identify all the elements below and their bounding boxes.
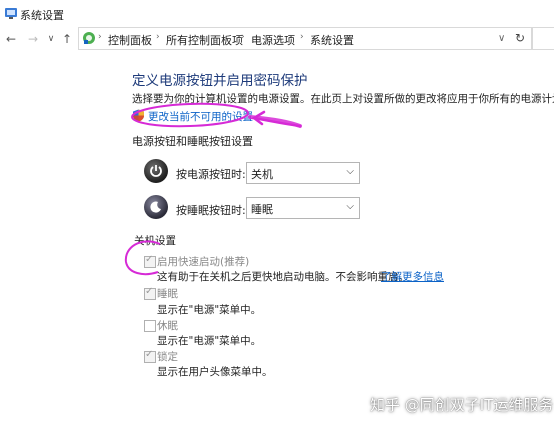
breadcrumb-separator-icon: › xyxy=(98,32,102,42)
fast-startup-checkbox[interactable]: ✓ xyxy=(144,254,156,268)
sleep-button-label: 按睡眠按钮时: xyxy=(176,204,246,217)
change-unavailable-settings-link[interactable]: 更改当前不可用的设置 xyxy=(148,109,253,124)
back-button[interactable]: ← xyxy=(4,32,18,46)
page-title: 定义电源按钮并启用密码保护 xyxy=(132,73,308,89)
breadcrumb-item-power-options[interactable]: 电源选项 xyxy=(251,32,295,48)
uac-shield-icon xyxy=(133,109,144,122)
sleep-button-select[interactable]: 睡眠 ⌵ xyxy=(246,197,360,219)
sleep-checkbox[interactable]: ✓ xyxy=(144,286,156,300)
power-button-select[interactable]: 关机 ⌵ xyxy=(246,162,360,184)
lock-option-label: 锁定 xyxy=(157,351,178,363)
power-button-label: 按电源按钮时: xyxy=(176,168,246,181)
title-bar xyxy=(0,0,554,26)
up-button[interactable]: ↑ xyxy=(60,32,74,46)
checkmark-icon: ✓ xyxy=(145,349,154,360)
window-title: 系统设置 xyxy=(20,9,64,22)
learn-more-link[interactable]: 了解更多信息 xyxy=(381,269,444,284)
sleep-button-select-value: 睡眠 xyxy=(251,203,273,216)
control-panel-icon xyxy=(83,32,95,44)
hibernate-checkbox[interactable] xyxy=(144,320,156,332)
lock-checkbox[interactable]: ✓ xyxy=(144,349,156,363)
annotation-arrow-tail xyxy=(248,115,302,128)
breadcrumb-item-all-items[interactable]: 所有控制面板项 xyxy=(166,32,243,48)
forward-button[interactable]: → xyxy=(26,32,40,46)
breadcrumb-item-system-settings[interactable]: 系统设置 xyxy=(310,32,354,48)
sleep-option-label: 睡眠 xyxy=(157,288,178,300)
section-title: 电源按钮和睡眠按钮设置 xyxy=(132,135,253,148)
refresh-button[interactable]: ↻ xyxy=(512,30,528,46)
lock-option-description: 显示在用户头像菜单中。 xyxy=(157,366,273,378)
checkmark-icon: ✓ xyxy=(145,254,154,265)
fast-startup-label: 启用快速启动(推荐) xyxy=(157,256,250,268)
breadcrumb-item-control-panel[interactable]: 控制面板 xyxy=(108,32,152,48)
page-description: 选择要为你的计算机设置的电源设置。在此页上对设置所做的更改将应用于你所有的电源计… xyxy=(132,93,554,105)
checkmark-icon: ✓ xyxy=(145,286,154,297)
system-settings-icon xyxy=(5,8,17,19)
shutdown-settings-title: 关机设置 xyxy=(134,235,176,247)
sleep-option-description: 显示在"电源"菜单中。 xyxy=(157,304,262,316)
watermark: 知乎 @同创双子IT运维服务 xyxy=(370,396,554,414)
power-button-icon xyxy=(144,159,168,183)
fast-startup-description: 这有助于在关机之后更快地启动电脑。不会影响重启。 xyxy=(157,271,409,283)
breadcrumb-separator-icon: › xyxy=(241,32,245,42)
annotation-arrow xyxy=(250,110,302,128)
chevron-down-icon: ⌵ xyxy=(346,166,354,177)
hibernate-option-description: 显示在"电源"菜单中。 xyxy=(157,335,262,347)
breadcrumb-separator-icon: › xyxy=(156,32,160,42)
chevron-down-icon: ⌵ xyxy=(346,201,354,212)
address-dropdown-icon[interactable]: ∨ xyxy=(498,33,505,44)
hibernate-option-label: 休眠 xyxy=(157,320,178,332)
power-button-select-value: 关机 xyxy=(251,168,273,181)
breadcrumb-separator-icon: › xyxy=(300,32,304,42)
search-input[interactable] xyxy=(532,27,554,50)
sleep-button-icon xyxy=(144,195,168,219)
recent-locations-icon[interactable]: ∨ xyxy=(44,32,58,46)
